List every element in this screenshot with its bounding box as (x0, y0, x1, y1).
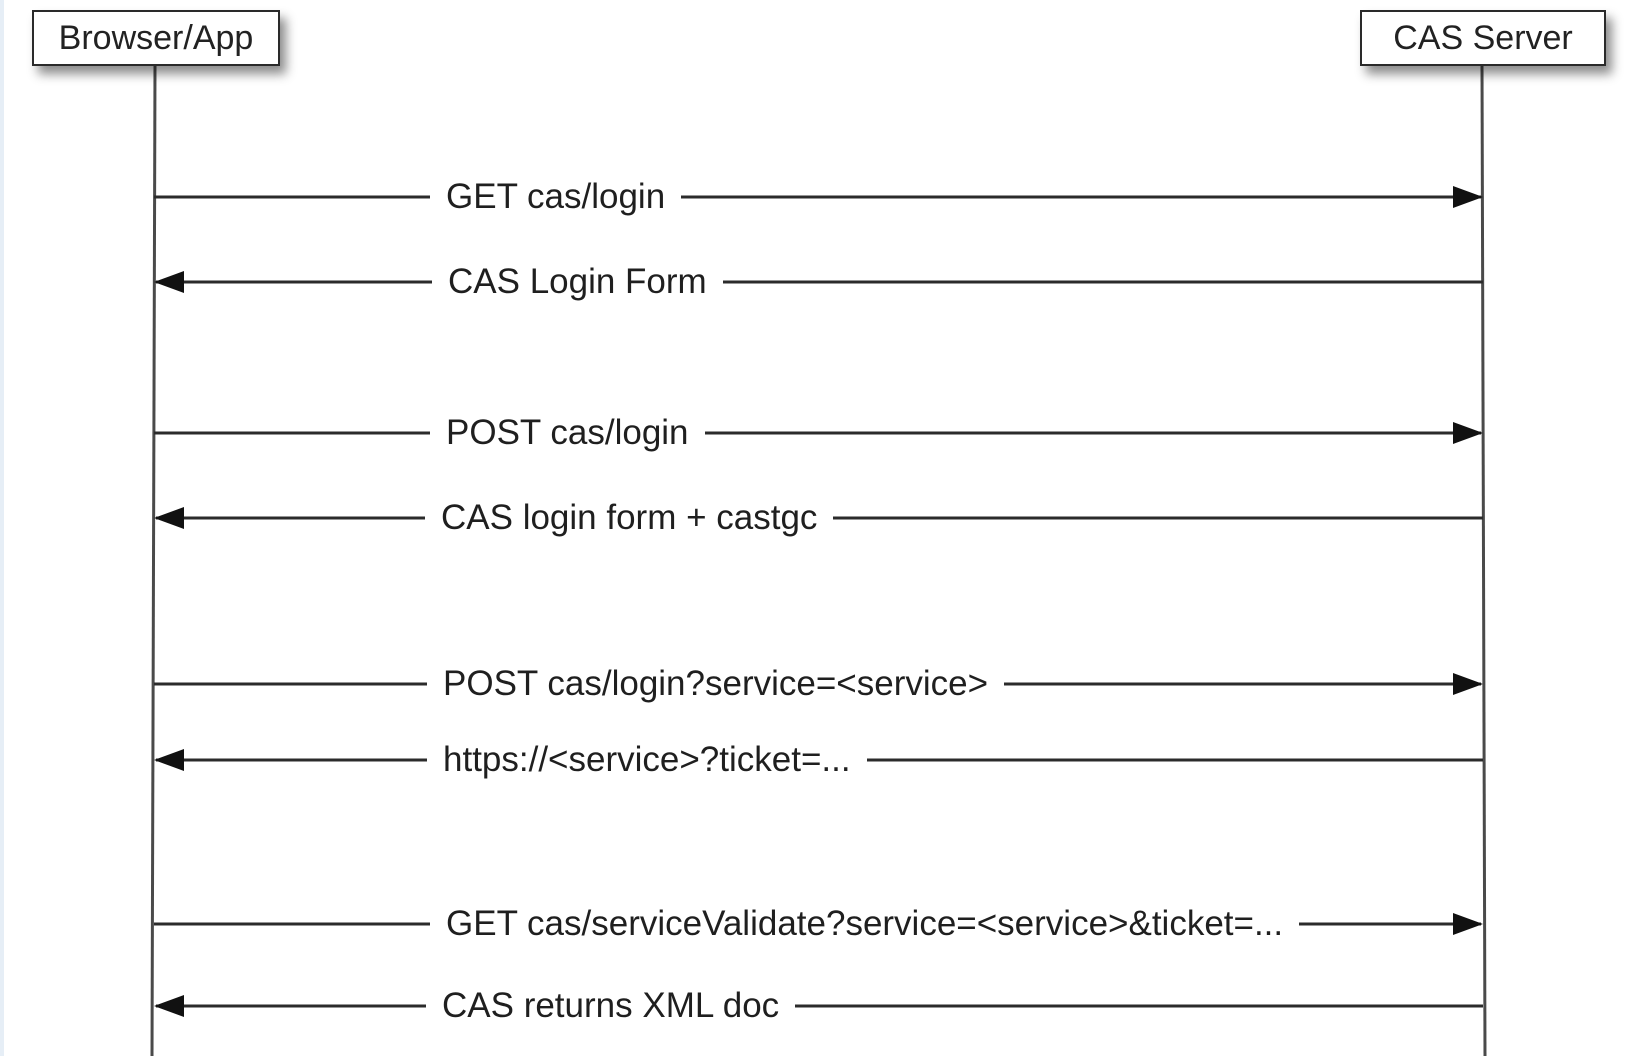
message-label-3: POST cas/login (430, 411, 705, 455)
message-label-5: POST cas/login?service=<service> (427, 662, 1005, 706)
actor-browser-app: Browser/App (32, 10, 280, 66)
message-label-8: CAS returns XML doc (426, 984, 796, 1028)
actor-cas-server: CAS Server (1360, 10, 1606, 66)
message-label-2: CAS Login Form (432, 260, 723, 304)
sequence-diagram: Browser/App CAS Server GET cas/login CAS … (0, 0, 1633, 1056)
message-label-1: GET cas/login (430, 175, 682, 219)
message-label-4: CAS login form + castgc (425, 496, 834, 540)
message-label-7: GET cas/serviceValidate?service=<service… (430, 902, 1300, 946)
lifeline-browser (150, 65, 157, 1056)
lifeline-cas-server (1480, 65, 1487, 1056)
message-label-6: https://<service>?ticket=... (427, 738, 867, 782)
